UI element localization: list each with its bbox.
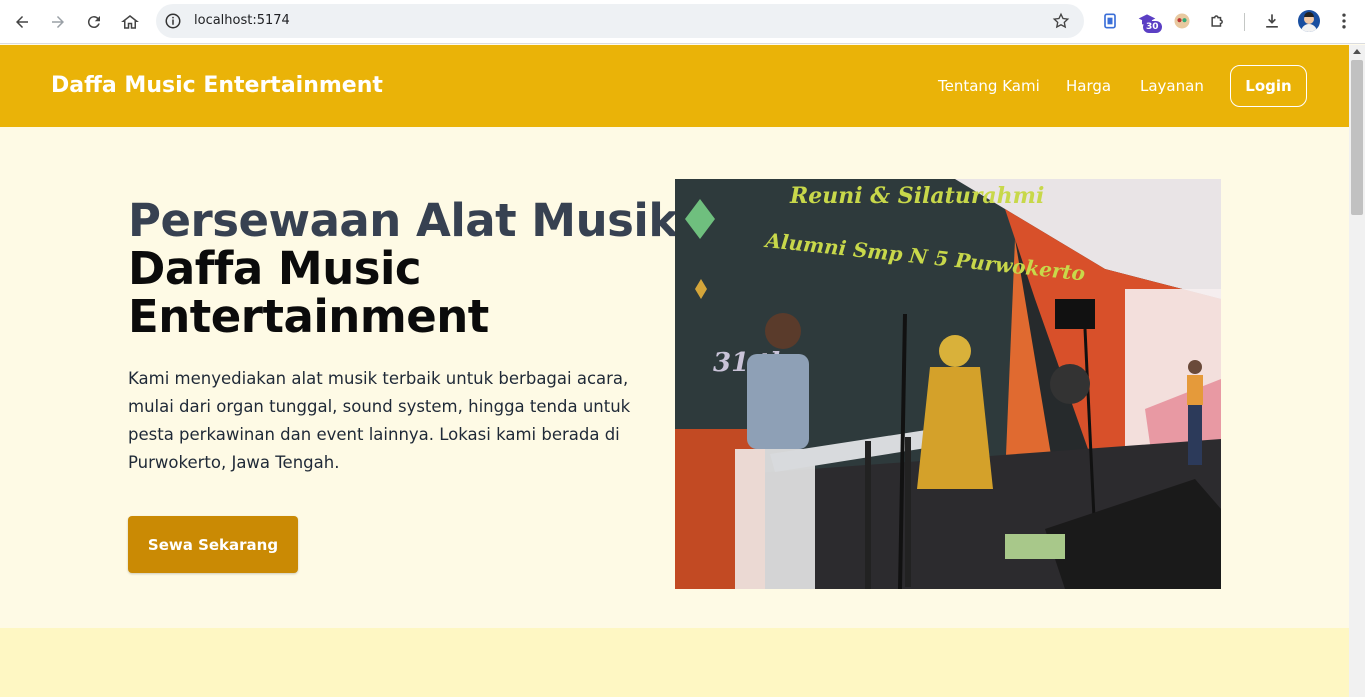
back-arrow-icon[interactable] — [8, 8, 36, 36]
hero-title-line2: Daffa Music Entertainment — [128, 242, 489, 343]
page-scrollbar[interactable] — [1349, 45, 1365, 697]
brand-logo-text[interactable]: Daffa Music Entertainment — [51, 73, 383, 98]
hero-photo: Reuni & Silaturahmi Alumni Smp N 5 Purwo… — [675, 179, 1221, 589]
menu-kebab-icon[interactable] — [1333, 10, 1355, 32]
profile-avatar[interactable] — [1298, 10, 1320, 32]
site-header: Daffa Music Entertainment Tentang Kami H… — [0, 45, 1349, 127]
scroll-thumb[interactable] — [1351, 60, 1363, 215]
hero-title: Persewaan Alat Musik Daffa Music Enterta… — [128, 194, 678, 343]
scroll-up-arrow-icon[interactable] — [1353, 49, 1361, 54]
face-extension-icon[interactable] — [1171, 10, 1193, 32]
next-section — [0, 628, 1349, 697]
hero-title-line1: Persewaan Alat Musik — [128, 194, 678, 247]
sewa-sekarang-button[interactable]: Sewa Sekarang — [128, 516, 298, 573]
puzzle-icon[interactable] — [1207, 10, 1229, 32]
url-text[interactable]: localhost:5174 — [194, 13, 290, 28]
photo-banner-line1: Reuni & Silaturahmi — [789, 183, 1044, 209]
address-bar[interactable]: localhost:5174 — [156, 4, 1084, 38]
nav-tentang-kami[interactable]: Tentang Kami — [938, 77, 1040, 95]
nav-layanan[interactable]: Layanan — [1140, 77, 1204, 95]
bookmark-star-icon[interactable] — [1052, 12, 1070, 30]
home-icon[interactable] — [116, 8, 144, 36]
reload-icon[interactable] — [80, 8, 108, 36]
browser-toolbar: localhost:5174 30 — [0, 0, 1365, 44]
nav-harga[interactable]: Harga — [1066, 77, 1111, 95]
extension-badge: 30 — [1143, 21, 1162, 33]
download-icon[interactable] — [1261, 10, 1283, 32]
hero-description: Kami menyediakan alat musik terbaik untu… — [128, 369, 631, 472]
login-button[interactable]: Login — [1230, 65, 1307, 107]
site-info-icon[interactable] — [164, 12, 182, 30]
clipboard-extension-icon[interactable] — [1099, 10, 1121, 32]
toolbar-divider — [1244, 13, 1245, 31]
hero-section: Persewaan Alat Musik Daffa Music Enterta… — [0, 127, 1349, 628]
forward-arrow-icon[interactable] — [44, 8, 72, 36]
